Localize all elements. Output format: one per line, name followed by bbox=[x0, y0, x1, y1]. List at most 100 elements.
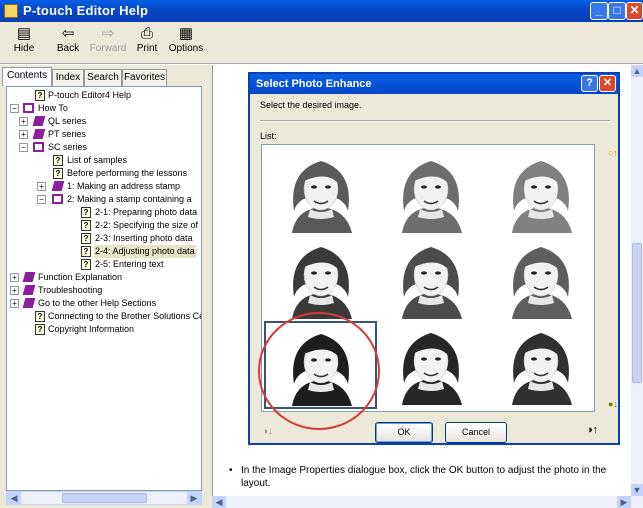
portrait-image bbox=[512, 247, 572, 319]
portrait-image bbox=[292, 247, 352, 319]
tree-item-label: Troubleshooting bbox=[38, 285, 103, 295]
portrait-image bbox=[402, 161, 462, 233]
hide-button[interactable]: ▤ Hide bbox=[10, 25, 38, 54]
options-label: Options bbox=[168, 43, 204, 54]
dialog-close-icon[interactable]: ✕ bbox=[599, 75, 616, 92]
help-question-icon[interactable]: ? bbox=[581, 75, 598, 92]
scroll-up-icon[interactable]: ▲ bbox=[631, 65, 643, 77]
back-label: Back bbox=[56, 43, 80, 54]
collapse-icon[interactable]: − bbox=[10, 104, 19, 113]
cancel-button[interactable]: Cancel bbox=[445, 422, 507, 443]
open-book-icon bbox=[23, 103, 34, 113]
darker-icon[interactable]: ●↓ bbox=[608, 399, 618, 409]
tree-item-label: QL series bbox=[48, 116, 87, 126]
photo-thumbnail[interactable] bbox=[494, 323, 589, 405]
help-page-icon: ? bbox=[53, 168, 63, 179]
book-icon bbox=[51, 181, 65, 191]
portrait-image bbox=[512, 333, 572, 405]
help-page-icon: ? bbox=[35, 311, 45, 322]
expand-icon[interactable]: + bbox=[19, 130, 28, 139]
scroll-right-icon[interactable]: ▶ bbox=[187, 492, 201, 504]
print-label: Print bbox=[136, 43, 158, 54]
bullet-text: In the Image Properties dialogue box, cl… bbox=[241, 465, 607, 489]
scrollbar-thumb[interactable] bbox=[62, 493, 147, 503]
tab-index[interactable]: Index bbox=[52, 69, 84, 86]
photo-thumbnail[interactable] bbox=[384, 323, 479, 405]
cancel-label: Cancel bbox=[461, 427, 490, 437]
help-app-icon bbox=[4, 4, 18, 18]
tree-horizontal-scrollbar[interactable]: ◀ ▶ bbox=[6, 491, 202, 505]
expand-icon[interactable]: + bbox=[10, 286, 19, 295]
maximize-button[interactable]: □ bbox=[608, 2, 626, 20]
scrollbar-thumb[interactable] bbox=[632, 243, 642, 383]
scroll-left-icon[interactable]: ◀ bbox=[7, 492, 21, 504]
expand-icon[interactable]: + bbox=[10, 299, 19, 308]
book-icon bbox=[32, 116, 46, 126]
photo-thumbnail[interactable] bbox=[274, 237, 369, 319]
back-arrow-icon: ⇦ bbox=[61, 25, 75, 42]
tab-search[interactable]: Search bbox=[84, 69, 122, 86]
tree-item-label: 2-4: Adjusting photo data bbox=[94, 245, 196, 258]
ok-label: OK bbox=[397, 427, 411, 437]
collapse-icon[interactable]: − bbox=[19, 143, 28, 152]
tree-item-label: Copyright Information bbox=[48, 324, 135, 334]
window-title: P-touch Editor Help bbox=[23, 3, 149, 18]
print-button[interactable]: ⎙ Print bbox=[133, 25, 161, 54]
tab-contents[interactable]: Contents bbox=[2, 67, 52, 86]
navigation-pane: Contents Index Search Favorites ? P-touc… bbox=[0, 65, 207, 508]
book-icon bbox=[22, 298, 36, 308]
contrast-increase-icon[interactable]: ◑↑ bbox=[586, 424, 598, 436]
contrast-decrease-icon[interactable]: ◑↓ bbox=[262, 426, 273, 437]
tree-item-label: List of samples bbox=[67, 155, 128, 165]
tab-search-label: Search bbox=[87, 72, 119, 83]
photo-thumbnail[interactable] bbox=[384, 237, 479, 319]
options-button[interactable]: ▦ Options bbox=[168, 25, 204, 54]
photo-thumbnail[interactable] bbox=[274, 151, 369, 233]
scroll-right-icon[interactable]: ▶ bbox=[617, 496, 631, 508]
scroll-down-icon[interactable]: ▼ bbox=[631, 484, 643, 496]
photo-thumbnail[interactable] bbox=[384, 151, 479, 233]
book-icon bbox=[22, 285, 36, 295]
brighter-icon[interactable]: ○↑ bbox=[608, 148, 618, 158]
tab-contents-label: Contents bbox=[6, 70, 48, 81]
tab-favorites-label: Favorites bbox=[123, 72, 166, 83]
forward-label: Forward bbox=[89, 43, 127, 54]
dialog-title: Select Photo Enhance bbox=[256, 78, 372, 90]
help-page-icon: ? bbox=[53, 155, 63, 166]
tree-item-label: P-touch Editor4 Help bbox=[48, 90, 132, 100]
book-icon bbox=[32, 129, 46, 139]
back-button[interactable]: ⇦ Back bbox=[54, 25, 82, 54]
tree-item-label: 2-3: Inserting photo data bbox=[95, 233, 193, 243]
tab-favorites[interactable]: Favorites bbox=[122, 69, 167, 86]
tree-item-label: How To bbox=[38, 103, 68, 113]
content-horizontal-scrollbar[interactable]: ◀ ▶ bbox=[212, 496, 643, 508]
help-page-icon: ? bbox=[35, 324, 45, 335]
tree-item-label: 2-1: Preparing photo data bbox=[95, 207, 198, 217]
photo-thumbnail[interactable] bbox=[494, 151, 589, 233]
expand-icon[interactable]: + bbox=[10, 273, 19, 282]
bullet-dot: • bbox=[229, 465, 233, 476]
expand-icon[interactable]: + bbox=[37, 182, 46, 191]
tree-item-label: 2: Making a stamp containing a bbox=[67, 194, 192, 204]
tree-item-label: Before performing the lessons bbox=[67, 168, 188, 178]
tree-item-label: Function Explanation bbox=[38, 272, 123, 282]
open-book-icon bbox=[52, 194, 63, 204]
expand-icon[interactable]: + bbox=[19, 117, 28, 126]
forward-button[interactable]: ⇨ Forward bbox=[88, 25, 128, 54]
ok-button[interactable]: OK bbox=[375, 422, 433, 443]
tree-item-label: 1: Making an address stamp bbox=[67, 181, 181, 191]
photo-thumbnail[interactable] bbox=[494, 237, 589, 319]
list-label: List: bbox=[260, 131, 277, 141]
highlight-circle-annotation bbox=[258, 312, 380, 430]
title-bar: P-touch Editor Help _ □ ✕ bbox=[0, 0, 643, 22]
collapse-icon[interactable]: − bbox=[37, 195, 46, 204]
minimize-button[interactable]: _ bbox=[590, 2, 608, 20]
dialog-instruction: Select the desired image. bbox=[260, 100, 362, 110]
tree-item-label: Connecting to the Brother Solutions Ce bbox=[48, 311, 202, 321]
tree-item-label: SC series bbox=[48, 142, 88, 152]
content-vertical-scrollbar[interactable]: ▲ ▼ bbox=[631, 65, 643, 496]
hide-label: Hide bbox=[13, 43, 35, 54]
close-button[interactable]: ✕ bbox=[626, 2, 643, 20]
scroll-left-icon[interactable]: ◀ bbox=[212, 496, 226, 508]
portrait-image bbox=[512, 161, 572, 233]
